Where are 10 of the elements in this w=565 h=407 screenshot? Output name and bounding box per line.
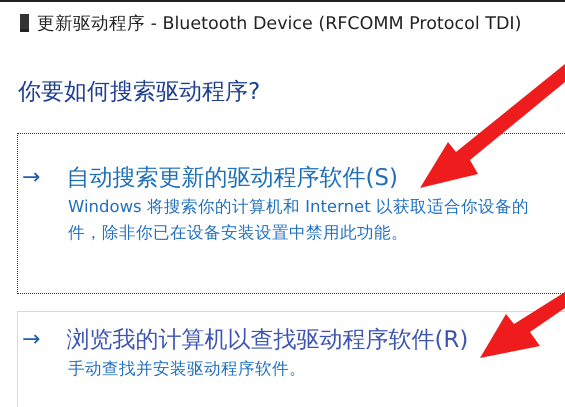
window-title: 更新驱动程序 - Bluetooth Device (RFCOMM Protocol TDI) <box>37 13 522 35</box>
device-icon <box>20 14 29 32</box>
page-heading: 你要如何搜索驱动程序? <box>18 78 262 107</box>
option-description: Windows 将搜索你的计算机和 Internet 以获取适合你设备的 <box>68 196 530 218</box>
option-description: 手动查找并安装驱动程序软件。 <box>68 358 307 380</box>
arrow-glyph: → <box>22 328 40 350</box>
arrow-glyph: → <box>22 166 40 188</box>
option-title[interactable]: 自动搜索更新的驱动程序软件(S) <box>66 162 398 193</box>
option-description: 件，除非你已在设备安装设置中禁用此功能。 <box>68 222 409 244</box>
option-title[interactable]: 浏览我的计算机以查找驱动程序软件(R) <box>66 324 468 355</box>
